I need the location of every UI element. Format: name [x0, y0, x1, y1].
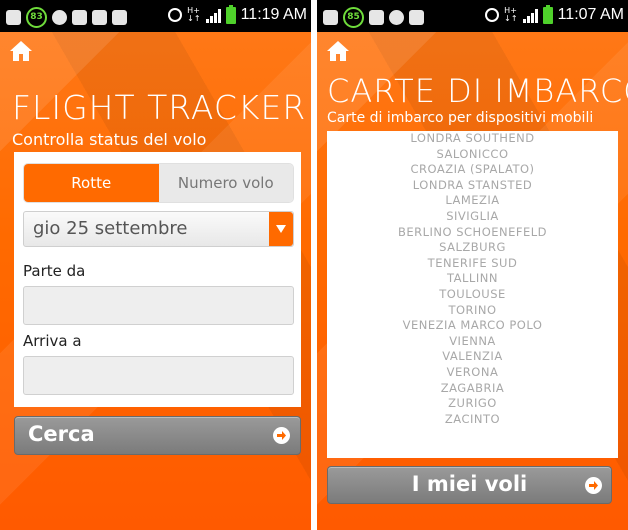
date-select-value: gio 25 settembre [33, 218, 188, 239]
destination-item[interactable]: VIENNA [327, 334, 618, 350]
tab-flight-number[interactable]: Numero volo [158, 164, 293, 202]
from-field[interactable] [23, 286, 294, 325]
destination-item[interactable]: ZAGABRIA [327, 381, 618, 397]
boarding-pass-screen: 85 H+ ↓↑ 11:07 AM CARTE DI IMBARCO Carte … [317, 0, 628, 530]
destination-item[interactable]: ZURIGO [327, 396, 618, 412]
search-button-label: Cerca [28, 422, 95, 446]
destination-item[interactable]: TENERIFE SUD [327, 256, 618, 272]
destination-item[interactable]: LAMEZIA [327, 193, 618, 209]
destination-item[interactable]: CROAZIA (SPALATO) [327, 162, 618, 178]
chevron-down-icon [276, 225, 286, 233]
app-bar [0, 32, 311, 70]
destination-item[interactable]: TOULOUSE [327, 287, 618, 303]
page-subtitle: Carte di imbarco per dispositivi mobili [327, 110, 594, 126]
search-button[interactable]: Cerca [14, 416, 301, 455]
destination-item[interactable]: LONDRA STANSTED [327, 178, 618, 194]
whatsapp-icon [52, 10, 67, 25]
destination-item[interactable]: VENEZIA MARCO POLO [327, 318, 618, 334]
mail-icon [112, 10, 127, 25]
network-type-icon: H+ ↓↑ [504, 6, 518, 23]
date-select[interactable]: gio 25 settembre [23, 211, 294, 247]
battery-icon [225, 4, 236, 24]
dropdown-arrow[interactable] [269, 212, 293, 246]
destination-item[interactable]: VERONA [327, 365, 618, 381]
my-flights-button-label: I miei voli [411, 472, 528, 496]
to-label: Arriva a [23, 332, 82, 350]
status-clock: 11:19 AM [240, 6, 307, 23]
battery-level-badge: 85 [343, 7, 364, 28]
status-clock: 11:07 AM [557, 6, 624, 23]
battery-icon [542, 4, 553, 24]
destination-item[interactable]: TORINO [327, 303, 618, 319]
destination-item[interactable]: SIVIGLIA [327, 209, 618, 225]
signal-icon [205, 7, 221, 23]
destinations-list-card: LONDRA SOUTHEND SALONICCO CROAZIA (SPALATO… [327, 131, 618, 458]
status-bar: 85 H+ ↓↑ 11:07 AM [317, 0, 628, 32]
page-title: FLIGHT TRACKER [12, 88, 307, 127]
destination-item[interactable]: SALZBURG [327, 240, 618, 256]
destination-item[interactable]: BERLINO SCHOENEFELD [327, 225, 618, 241]
arrow-right-icon [273, 427, 290, 444]
app-bar [317, 32, 628, 70]
home-icon[interactable] [326, 40, 350, 62]
page-subtitle: Controlla status del volo [12, 130, 207, 149]
flight-tracker-screen: 83 H+ ↓↑ 11:19 AM FLIGHT TRACKER Controll… [0, 0, 311, 530]
destination-item[interactable]: ZACINTO [327, 412, 618, 428]
search-form-card: Rotte Numero volo gio 25 settembre Parte… [14, 152, 301, 407]
destination-item[interactable]: TALLINN [327, 271, 618, 287]
from-label: Parte da [23, 262, 86, 280]
status-bar: 83 H+ ↓↑ 11:19 AM [0, 0, 311, 32]
tab-routes[interactable]: Rotte [24, 164, 159, 202]
add-notification-icon [323, 10, 338, 25]
gallery-icon [369, 10, 384, 25]
gmail-icon [92, 10, 107, 25]
add-notification-icon [6, 10, 21, 25]
gmail-icon [409, 10, 424, 25]
gallery-icon [72, 10, 87, 25]
signal-icon [522, 7, 538, 23]
page-title: CARTE DI IMBARCO [327, 72, 628, 110]
my-flights-button[interactable]: I miei voli [327, 466, 612, 504]
destination-item[interactable]: VALENZIA [327, 349, 618, 365]
destination-item[interactable]: SALONICCO [327, 147, 618, 163]
whatsapp-icon [389, 10, 404, 25]
arrow-right-icon [585, 477, 602, 494]
to-field[interactable] [23, 356, 294, 395]
home-icon[interactable] [9, 40, 33, 62]
destination-item[interactable]: LONDRA SOUTHEND [327, 131, 618, 147]
search-mode-tabs: Rotte Numero volo [23, 163, 294, 203]
battery-level-badge: 83 [26, 7, 47, 28]
destinations-list: LONDRA SOUTHEND SALONICCO CROAZIA (SPALATO… [327, 131, 618, 427]
network-type-icon: H+ ↓↑ [187, 6, 201, 23]
alarm-icon [168, 8, 183, 22]
alarm-icon [485, 8, 500, 22]
